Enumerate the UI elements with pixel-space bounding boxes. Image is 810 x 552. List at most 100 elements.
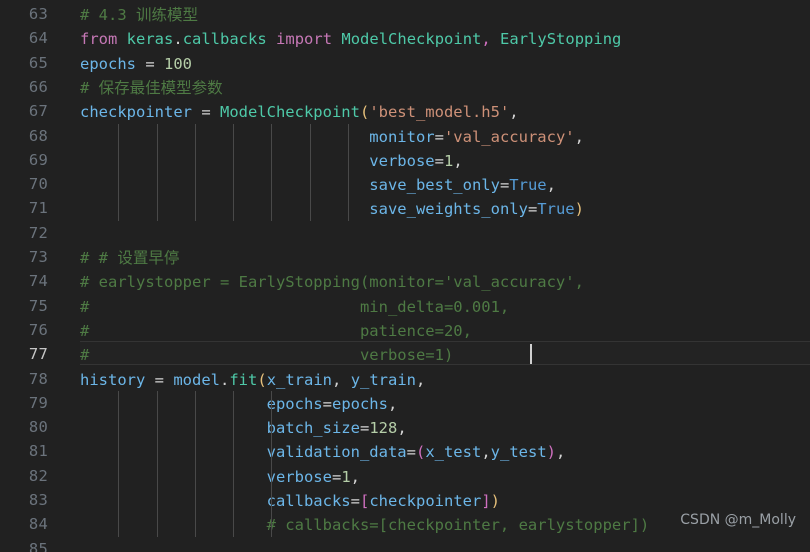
code-token: = (331, 467, 342, 486)
code-token: checkpointer (369, 492, 482, 510)
code-token: ( (257, 370, 267, 389)
code-token: y_test (490, 443, 547, 462)
indent-guide (271, 390, 272, 537)
line-number-65: 65 (28, 53, 48, 72)
line-number-80: 80 (28, 418, 48, 437)
code-token: , (387, 394, 398, 413)
code-token: save_weights_only (369, 200, 528, 219)
code-token: keras (126, 30, 174, 49)
line-number-85: 85 (28, 539, 48, 552)
code-line-63[interactable]: # 4.3 训练模型 (0, 2, 810, 26)
code-token: ( (359, 103, 370, 122)
code-token: 设置早停 (117, 249, 180, 267)
code-token: , (453, 151, 463, 170)
code-token: from (80, 30, 118, 49)
text-cursor (530, 344, 532, 365)
code-token: 1 (443, 151, 454, 170)
code-token: , (509, 103, 519, 122)
code-token: x_test (425, 443, 482, 462)
code-token: , (350, 467, 360, 486)
line-number-77: 77 (28, 345, 48, 364)
code-token: 'val_accuracy' (443, 127, 575, 146)
code-editor[interactable]: # 4.3 训练模型 from keras.callbacks import Mo… (0, 0, 810, 552)
watermark-label: CSDN @m_Molly (680, 511, 796, 528)
indent-guide (195, 390, 196, 537)
code-token: # min_delta=0.001, (80, 297, 510, 316)
code-token: = (406, 443, 416, 462)
code-token: epochs (266, 394, 323, 413)
code-token: # patience=20, (80, 321, 472, 340)
line-number-66: 66 (28, 77, 48, 96)
code-token: = (527, 200, 538, 219)
line-number-68: 68 (28, 126, 48, 145)
code-line-85[interactable] (0, 537, 810, 552)
code-line-78[interactable]: history = model.fit(x_train, y_train, (0, 367, 810, 391)
line-number-70: 70 (28, 175, 48, 194)
code-line-text: validation_data=(x_test,y_test), (80, 440, 566, 464)
code-line-text: callbacks=[checkpointer]) (80, 489, 500, 513)
code-token: batch_size (266, 419, 360, 438)
code-token: ModelCheckpoint (341, 30, 482, 49)
code-line-67[interactable]: checkpointer = ModelCheckpoint('best_mod… (0, 99, 810, 123)
code-line-65[interactable]: epochs = 100 (0, 51, 810, 75)
code-token: , (416, 370, 426, 389)
code-line-74[interactable]: # earlystopper = EarlyStopping(monitor='… (0, 269, 810, 293)
code-token: . (173, 30, 183, 49)
code-token: , (574, 127, 584, 146)
code-token: model (173, 370, 220, 389)
code-line-text: # patience=20, (80, 319, 472, 343)
code-line-text: save_best_only=True, (80, 173, 556, 197)
code-token: callbacks (182, 30, 267, 49)
code-line-text: batch_size=128, (80, 416, 407, 440)
code-line-text: epochs=epochs, (80, 392, 398, 416)
code-token: validation_data (266, 443, 407, 462)
code-line-text: # 4.3 训练模型 (80, 3, 198, 27)
indent-guide (233, 123, 234, 221)
code-line-80[interactable]: batch_size=128, (0, 415, 810, 439)
code-line-73[interactable]: # # 设置早停 (0, 245, 810, 269)
code-line-82[interactable]: verbose=1, (0, 464, 810, 488)
code-line-text: # min_delta=0.001, (80, 295, 509, 319)
indent-guide (233, 390, 234, 537)
code-content[interactable]: # 4.3 训练模型 from keras.callbacks import Mo… (0, 0, 810, 552)
code-token: callbacks (266, 492, 351, 510)
code-line-66[interactable]: # 保存最佳模型参数 (0, 75, 810, 99)
code-line-79[interactable]: epochs=epochs, (0, 391, 810, 415)
code-token: y_train (350, 370, 417, 389)
code-line-75[interactable]: # min_delta=0.001, (0, 294, 810, 318)
code-token: # verbose=1) (80, 346, 454, 365)
code-line-76[interactable]: # patience=20, (0, 318, 810, 342)
code-line-81[interactable]: validation_data=(x_test,y_test), (0, 439, 810, 463)
code-line-71[interactable]: save_weights_only=True) (0, 196, 810, 220)
line-number-74: 74 (28, 272, 48, 291)
code-line-72[interactable] (0, 221, 810, 245)
code-line-69[interactable]: verbose=1, (0, 148, 810, 172)
line-number-gutter: 63 64 65 66 67 68 69 70 71 72 73 74 75 76 77 78 79 80 81 82… (0, 0, 62, 552)
code-line-77[interactable]: # verbose=1) (0, 342, 810, 366)
code-token: True (509, 176, 547, 195)
line-number-72: 72 (28, 223, 48, 242)
indent-guide (310, 123, 311, 221)
code-token: # callbacks=[checkpointer, earlystopper]… (266, 516, 650, 535)
code-token: save_best_only (369, 176, 500, 195)
code-line-68[interactable]: monitor='val_accuracy', (0, 124, 810, 148)
code-token: fit (229, 370, 258, 389)
code-token: 保存最佳模型参数 (98, 78, 223, 97)
code-line-64[interactable]: from keras.callbacks import ModelCheckpo… (0, 26, 810, 50)
code-token: # (80, 78, 99, 97)
code-token: monitor (369, 127, 435, 146)
code-line-text: # # 设置早停 (80, 246, 179, 270)
code-token: verbose (369, 151, 435, 170)
code-token: ) (490, 492, 500, 510)
code-line-70[interactable]: save_best_only=True, (0, 172, 810, 196)
indent-guide (195, 123, 196, 221)
